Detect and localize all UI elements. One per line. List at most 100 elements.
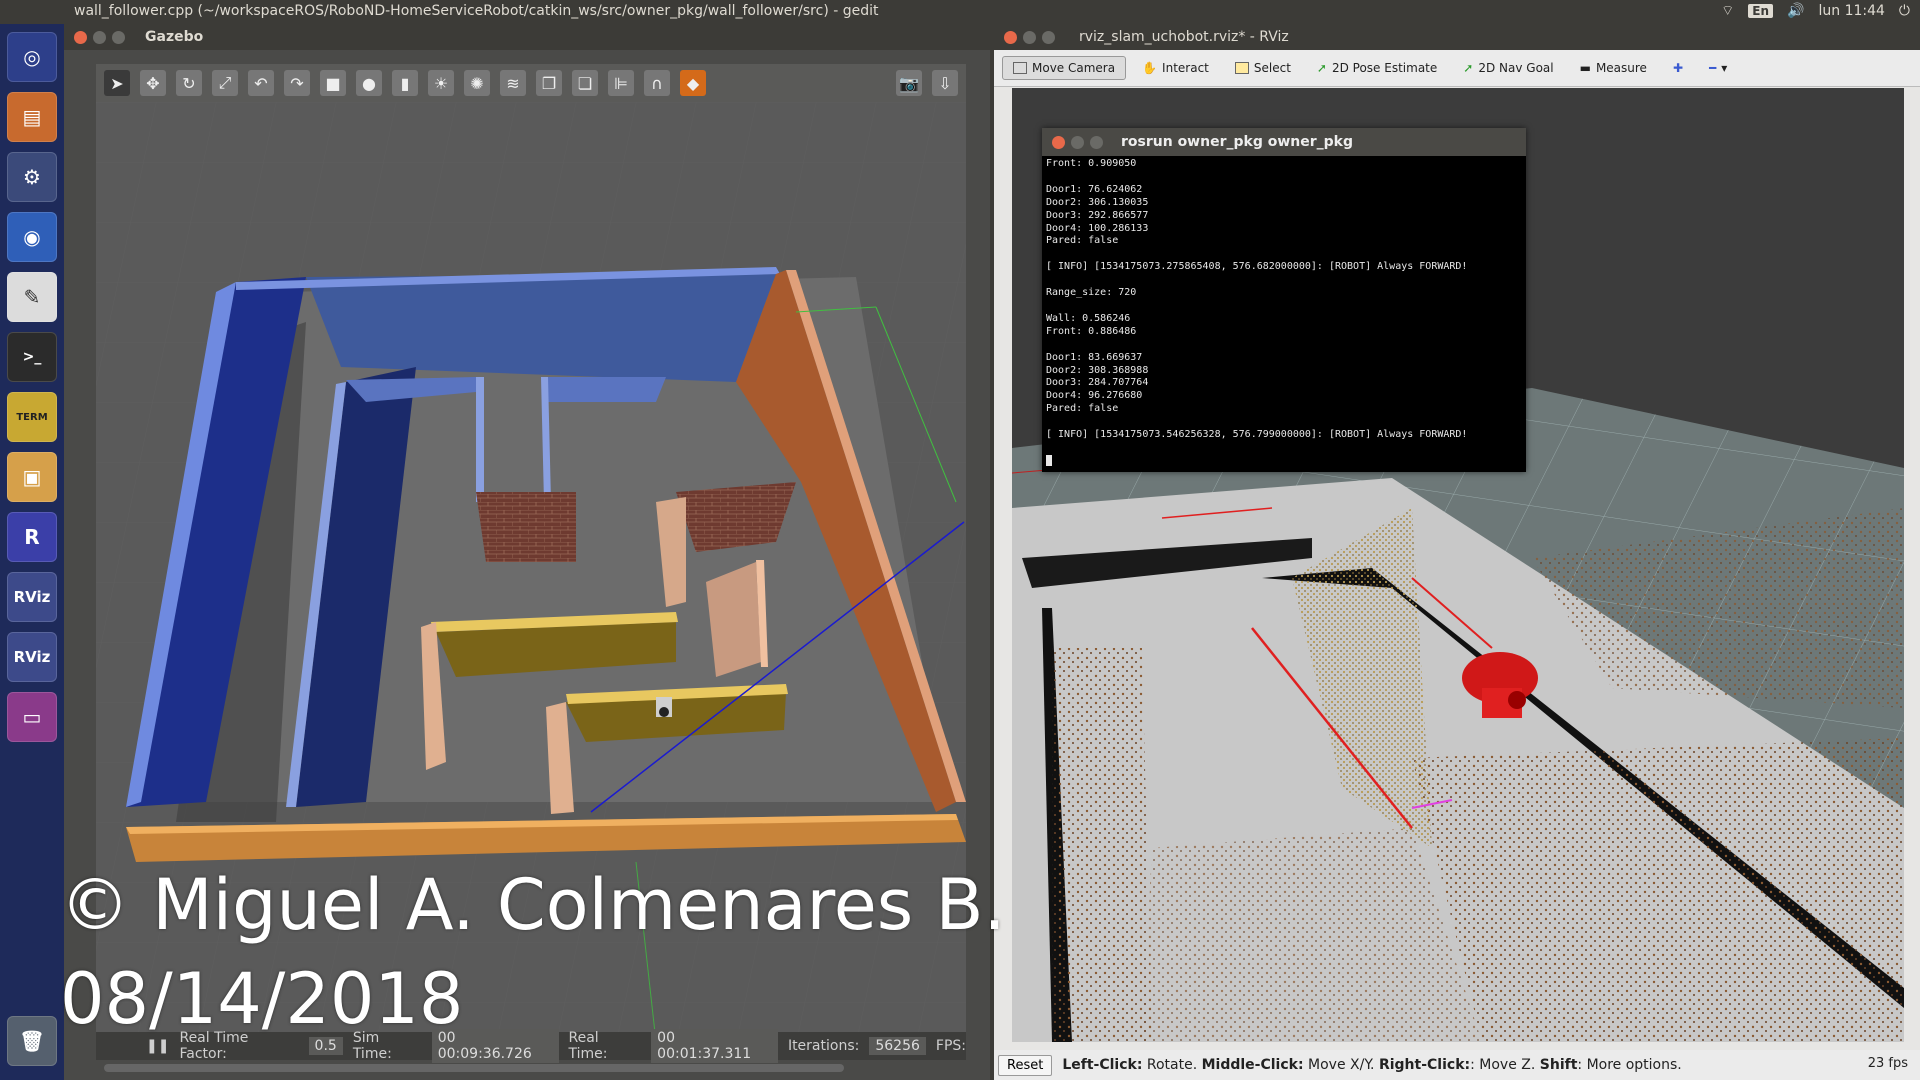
select-tool[interactable]: Select [1225, 57, 1301, 79]
reset-button[interactable]: Reset [998, 1054, 1053, 1076]
move-camera-icon [1013, 62, 1027, 74]
remove-tool-button[interactable]: ━ ▾ [1699, 57, 1737, 79]
screenshot-icon[interactable]: 📷 [896, 70, 922, 96]
rotate-mode-icon[interactable]: ↻ [176, 70, 202, 96]
chromium-icon[interactable]: ◉ [7, 212, 57, 262]
terminal-line: Door3: 284.707764 [1046, 377, 1149, 389]
align-icon[interactable]: ⊫ [608, 70, 634, 96]
rviz-icon[interactable]: RViz [7, 572, 57, 622]
close-icon[interactable] [1004, 30, 1017, 44]
watermark-date: 08/14/2018 [60, 958, 464, 1040]
terminal-line: Door2: 306.130035 [1046, 196, 1149, 208]
pose-estimate-tool[interactable]: ➚ 2D Pose Estimate [1307, 57, 1447, 79]
maximize-icon[interactable] [1090, 135, 1103, 149]
terminal-title: rosrun owner_pkg owner_pkg [1121, 134, 1353, 150]
active-window-title: wall_follower.cpp (~/workspaceROS/RoboND… [74, 3, 879, 19]
chevron-down-icon: ▾ [1721, 61, 1728, 75]
point-light-icon[interactable]: ☀ [428, 70, 454, 96]
terminal-line: Pared: false [1046, 235, 1119, 247]
terminal-output[interactable]: Front: 0.909050 Door1: 76.624062 Door2: 3… [1042, 156, 1526, 473]
sphere-shape-icon[interactable]: ● [356, 70, 382, 96]
text-editor-icon[interactable]: ✎ [7, 272, 57, 322]
directional-light-icon[interactable]: ≋ [500, 70, 526, 96]
brick-wall-left [476, 492, 576, 562]
redo-icon[interactable]: ↷ [284, 70, 310, 96]
measure-tool[interactable]: ▬ Measure [1570, 57, 1657, 79]
rstudio-icon[interactable]: R [7, 512, 57, 562]
ruler-icon: ▬ [1579, 61, 1591, 75]
snap-icon[interactable]: ∩ [644, 70, 670, 96]
gazebo-toolbar: ➤ ✥ ↻ ⤢ ↶ ↷ ■ ● ▮ ☀ ✺ ≋ ❐ ❏ ⊫ ∩ ◆ 📷 ⇩ [96, 64, 966, 102]
terminal-cursor [1046, 454, 1052, 466]
rviz-icon[interactable]: RViz [7, 632, 57, 682]
ubuntu-icon[interactable]: ◎ [7, 32, 57, 82]
watermark: © Miguel A. Colmenares B. 08/14/2018 [60, 858, 1006, 1046]
settings-icon[interactable]: ⚙ [7, 152, 57, 202]
launcher: ◎ ▤ ⚙ ◉ ✎ >_ TERM ▣ R RViz RViz ▭ 🗑 [0, 24, 64, 1080]
power-icon[interactable]: ⏻ [1899, 3, 1910, 19]
terminal-line: Door4: 96.276680 [1046, 390, 1143, 402]
add-tool-button[interactable]: ✚ [1663, 57, 1693, 79]
move-camera-tool[interactable]: Move Camera [1002, 56, 1127, 80]
close-icon[interactable] [74, 30, 87, 44]
translate-mode-icon[interactable]: ✥ [140, 70, 166, 96]
copy-icon[interactable]: ❐ [536, 70, 562, 96]
minimize-icon[interactable] [1071, 135, 1084, 149]
terminal-titlebar: rosrun owner_pkg owner_pkg [1042, 128, 1526, 156]
select-mode-icon[interactable]: ➤ [104, 70, 130, 96]
watermark-copyright: © Miguel A. Colmenares B. [60, 864, 1006, 946]
fps-readout: 23 fps [1867, 1056, 1908, 1071]
log-icon[interactable]: ⇩ [932, 70, 958, 96]
box-shape-icon[interactable]: ■ [320, 70, 346, 96]
maximize-icon[interactable] [112, 30, 125, 44]
spot-light-icon[interactable]: ✺ [464, 70, 490, 96]
terminal-line: Front: 0.886486 [1046, 325, 1137, 337]
plus-icon: ✚ [1672, 61, 1683, 75]
interact-tool[interactable]: ✋ Interact [1132, 57, 1219, 79]
minimize-icon[interactable] [93, 30, 106, 44]
virtualbox-icon[interactable]: ▣ [7, 452, 57, 502]
horizontal-scrollbar[interactable] [104, 1064, 844, 1072]
rviz-title: rviz_slam_uchobot.rviz* - RViz [1079, 29, 1289, 45]
keyboard-layout-indicator[interactable]: En [1748, 4, 1774, 18]
files-icon[interactable]: ▤ [7, 92, 57, 142]
terminal-icon[interactable]: >_ [7, 332, 57, 382]
terminal-window: rosrun owner_pkg owner_pkg Front: 0.9090… [1042, 128, 1526, 472]
scale-mode-icon[interactable]: ⤢ [212, 70, 238, 96]
rviz-statusbar: Reset Left-Click: Rotate. Middle-Click: … [994, 1050, 1920, 1080]
terminal-line: Door1: 83.669637 [1046, 351, 1143, 363]
paste-icon[interactable]: ❏ [572, 70, 598, 96]
close-icon[interactable] [1052, 135, 1065, 149]
undo-icon[interactable]: ↶ [248, 70, 274, 96]
window-icon[interactable]: ▭ [7, 692, 57, 742]
volume-icon[interactable]: 🔊 [1787, 3, 1804, 19]
cylinder-shape-icon[interactable]: ▮ [392, 70, 418, 96]
minimize-icon[interactable] [1023, 30, 1036, 44]
top-panel: wall_follower.cpp (~/workspaceROS/RoboND… [0, 0, 1920, 24]
terminal-line: Front: 0.909050 [1046, 158, 1137, 169]
gazebo-title: Gazebo [145, 29, 204, 45]
green-arrow-icon: ➚ [1463, 61, 1474, 75]
terminal-line: Wall: 0.586246 [1046, 312, 1131, 324]
maximize-icon[interactable] [1042, 30, 1055, 44]
nav-goal-tool[interactable]: ➚ 2D Nav Goal [1453, 57, 1563, 79]
clock[interactable]: lun 11:44 [1818, 3, 1884, 19]
hand-icon: ✋ [1142, 61, 1158, 75]
trash-icon[interactable]: 🗑 [7, 1016, 57, 1066]
terminal-line: [ INFO] [1534175073.275865408, 576.68200… [1046, 261, 1468, 273]
back-wall [306, 274, 776, 382]
view-angle-icon[interactable]: ◆ [680, 70, 706, 96]
minus-icon: ━ [1709, 61, 1717, 75]
system-tray: ⌔ En 🔊 lun 11:44 ⏻ [1721, 2, 1910, 20]
rviz-toolbar: Move Camera ✋ Interact Select ➚ 2D Pose Es… [994, 50, 1920, 87]
terminal-line: Door2: 308.368988 [1046, 364, 1149, 376]
wifi-icon[interactable]: ⌔ [1721, 2, 1734, 20]
xterm-icon[interactable]: TERM [7, 392, 57, 442]
